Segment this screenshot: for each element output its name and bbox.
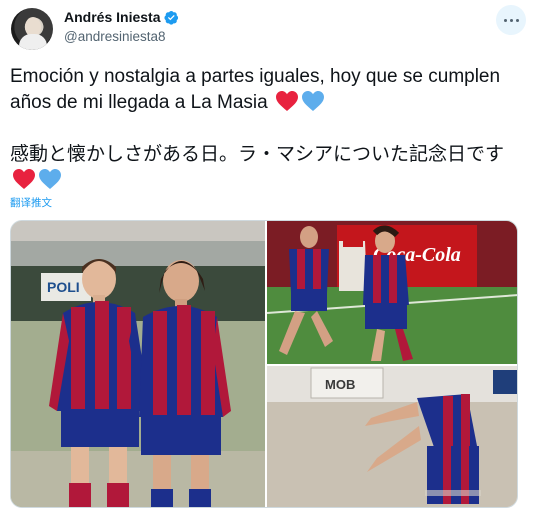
tweet-card: Andrés Iniesta @andresiniesta8 Emoción y… xyxy=(0,0,533,513)
blue-heart-icon xyxy=(39,169,61,189)
author-name-row: Andrés Iniesta xyxy=(64,9,179,25)
tweet-text-spanish: Emoción y nostalgia a partes iguales, ho… xyxy=(10,64,520,116)
photo-youth-football-match[interactable]: Coca-Cola xyxy=(267,221,517,364)
author-display-name[interactable]: Andrés Iniesta xyxy=(64,9,160,25)
more-options-button[interactable] xyxy=(496,5,526,35)
tweet-text-line2: 感動と懐かしさがある日。ラ・マシアについた記念日です xyxy=(10,144,505,165)
author-handle[interactable]: @andresiniesta8 xyxy=(64,29,166,44)
tweet-text-line1: Emoción y nostalgia a partes iguales, ho… xyxy=(10,66,501,113)
banner2-text: MOB xyxy=(325,377,355,392)
translate-tweet-link[interactable]: 翻译推文 xyxy=(10,195,52,210)
red-heart-icon xyxy=(276,91,298,111)
blue-heart-icon xyxy=(302,91,324,111)
photo-two-boys-barcelona-kit[interactable]: POLI xyxy=(11,221,265,507)
media-grid: POLI Coca-Cola MOB xyxy=(10,220,518,508)
photo-player-close-up[interactable]: MOB xyxy=(267,366,517,507)
more-dots-icon xyxy=(503,18,507,22)
poli-sign-text: POLI xyxy=(47,279,80,295)
red-heart-icon xyxy=(13,169,35,189)
verified-badge-icon xyxy=(164,10,179,25)
tweet-text-japanese: 感動と懐かしさがある日。ラ・マシアについた記念日です xyxy=(10,142,520,194)
profile-avatar[interactable] xyxy=(11,8,53,50)
